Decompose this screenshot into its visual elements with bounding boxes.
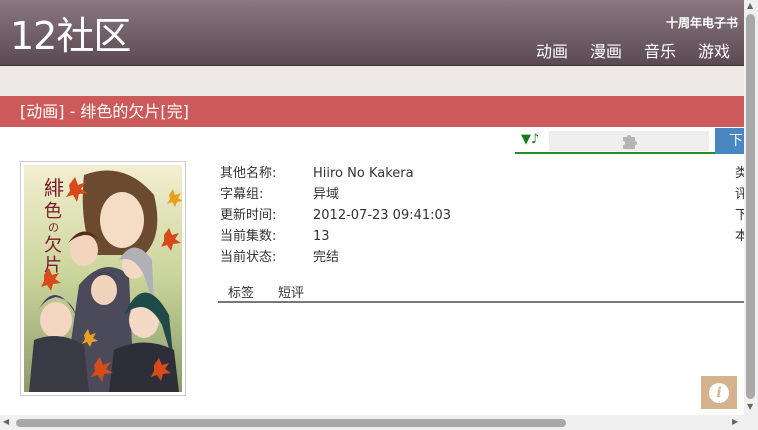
download-button[interactable]: 下 — [715, 128, 744, 154]
info-row-alt-name: 其他名称: Hiiro No Kakera — [220, 163, 451, 184]
tab-tags[interactable]: 标签 — [228, 282, 254, 301]
nav-item-manga[interactable]: 漫画 — [590, 38, 622, 62]
tab-short-reviews[interactable]: 短评 — [278, 282, 304, 301]
header-spacer — [0, 66, 744, 96]
cover-title-5: 片 — [44, 255, 62, 276]
music-player[interactable]: ▼♪ — [515, 128, 715, 154]
site-logo[interactable]: 12社区 — [10, 14, 131, 58]
nav-item-games[interactable]: 游戏 — [698, 38, 730, 62]
site-header: 12社区 十周年电子书 动画 漫画 音乐 游戏 — [0, 0, 744, 66]
info-label: 字幕组: — [220, 187, 264, 202]
music-note-icon[interactable]: ▼♪ — [521, 132, 539, 147]
cover-title-1: 緋 — [44, 176, 64, 200]
info-row-updated: 更新时间: 2012-07-23 09:41:03 — [220, 205, 451, 226]
cover-title-3: の — [48, 221, 59, 234]
info-icon: i — [709, 382, 729, 403]
plugin-placeholder[interactable] — [549, 131, 709, 151]
main-nav: 动画 漫画 音乐 游戏 — [536, 38, 730, 62]
vertical-scroll-thumb[interactable] — [746, 14, 755, 399]
horizontal-scroll-thumb[interactable] — [16, 419, 566, 427]
info-value: 2012-07-23 09:41:03 — [313, 208, 452, 223]
info-row-status: 当前状态: 完结 — [220, 247, 451, 268]
info-label: 当前状态: — [220, 250, 277, 265]
info-value: Hiiro No Kakera — [313, 166, 414, 181]
detail-tabs: 标签 短评 — [218, 282, 744, 303]
vertical-scrollbar[interactable]: ▲ ▼ — [744, 0, 758, 415]
info-value: 13 — [313, 229, 330, 244]
info-button[interactable]: i — [701, 376, 737, 409]
cover-image: 緋 色 の 欠 片 — [20, 161, 186, 396]
horizontal-scrollbar[interactable]: ◀ ▶ — [0, 415, 744, 430]
info-label: 更新时间: — [220, 208, 277, 223]
scroll-down-icon[interactable]: ▼ — [747, 402, 753, 411]
promo-link[interactable]: 十周年电子书 — [666, 14, 738, 31]
info-row-subgroup: 字幕组: 异域 — [220, 184, 451, 205]
nav-item-anime[interactable]: 动画 — [536, 38, 568, 62]
nav-item-music[interactable]: 音乐 — [644, 38, 676, 62]
puzzle-piece-icon — [623, 135, 637, 149]
page-title: [动画] - 绯色的欠片[完] — [0, 96, 744, 127]
info-label: 当前集数: — [220, 229, 277, 244]
scroll-left-icon[interactable]: ◀ — [3, 417, 9, 426]
anime-info-table: 其他名称: Hiiro No Kakera 字幕组: 异域 更新时间: 2012… — [220, 163, 451, 268]
scrollbar-corner — [744, 415, 758, 430]
info-value: 完结 — [313, 250, 340, 265]
info-row-episodes: 当前集数: 13 — [220, 226, 451, 247]
cover-title-4: 欠 — [44, 235, 62, 256]
info-label: 其他名称: — [220, 166, 277, 181]
cover-title-2: 色 — [44, 201, 62, 222]
info-value[interactable]: 异域 — [313, 184, 339, 205]
cover-artwork: 緋 色 の 欠 片 — [24, 165, 182, 392]
scroll-up-icon[interactable]: ▲ — [747, 1, 753, 10]
scroll-right-icon[interactable]: ▶ — [732, 417, 738, 426]
